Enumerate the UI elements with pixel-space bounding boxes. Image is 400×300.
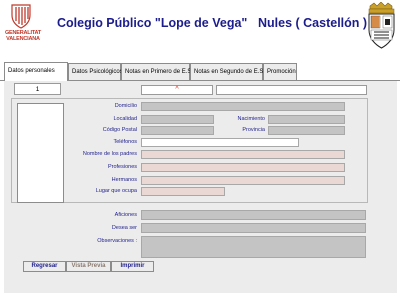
hermanos-field[interactable] <box>141 176 345 185</box>
desea-ser-label: Desea ser <box>111 225 137 231</box>
aficiones-label: Aficiones <box>114 212 137 218</box>
provincia-label: Provincia <box>242 127 265 133</box>
provincia-field[interactable] <box>268 126 345 135</box>
town-crest-icon <box>368 2 395 49</box>
profesiones-label: Profesiones <box>107 164 137 170</box>
tab-datos-psicologicos[interactable]: Datos Psicológicos <box>68 63 123 80</box>
lugar-ocupa-field[interactable] <box>141 187 225 196</box>
nacimiento-field[interactable] <box>268 115 345 124</box>
city-name: Nules ( Castellón ) <box>258 16 368 30</box>
codigo-postal-label: Código Postal <box>102 127 137 133</box>
record-field-1[interactable]: ^ <box>141 85 213 95</box>
desea-ser-field[interactable] <box>141 223 366 233</box>
nacimiento-label: Nacimiento <box>237 116 265 122</box>
localidad-label: Localidad <box>113 116 137 122</box>
tab-promocion[interactable]: Promoción <box>263 63 297 80</box>
profesiones-field[interactable] <box>141 163 345 172</box>
student-photo <box>17 103 64 203</box>
domicilio-field[interactable] <box>141 102 345 111</box>
hermanos-label: Hermanos <box>111 177 137 183</box>
vista-previa-button[interactable]: Vista Previa <box>66 261 111 272</box>
telefonos-field[interactable] <box>141 138 299 147</box>
regresar-button[interactable]: Regresar <box>23 261 66 272</box>
localidad-field[interactable] <box>141 115 214 124</box>
nombre-padres-label: Nombre de los padres <box>82 151 137 157</box>
record-counter[interactable]: 1 <box>14 83 61 95</box>
generalitat-logo <box>2 2 44 50</box>
telefonos-label: Teléfonos <box>113 139 137 145</box>
imprimir-button[interactable]: Imprimir <box>111 261 154 272</box>
school-name: Colegio Público "Lope de Vega" <box>57 16 248 30</box>
observaciones-field[interactable] <box>141 236 366 258</box>
nombre-padres-field[interactable] <box>141 150 345 159</box>
tab-notas-primero-eso[interactable]: Notas en Primero de E.S.O. <box>121 63 199 80</box>
codigo-postal-field[interactable] <box>141 126 214 135</box>
lugar-ocupa-label: Lugar que ocupa <box>95 188 137 194</box>
domicilio-label: Domicilio <box>114 103 137 109</box>
observaciones-label: Observaciones : <box>97 238 137 244</box>
tab-datos-personales[interactable]: Datos personales <box>4 62 68 81</box>
record-field-2[interactable] <box>216 85 367 95</box>
tab-notas-segundo-eso[interactable]: Notas en Segundo de E.S.O. <box>190 63 271 80</box>
generalitat-emblem-icon <box>11 4 31 29</box>
aficiones-field[interactable] <box>141 210 366 220</box>
generalitat-logo-text: GENERALITAT VALENCIANA <box>4 30 42 42</box>
